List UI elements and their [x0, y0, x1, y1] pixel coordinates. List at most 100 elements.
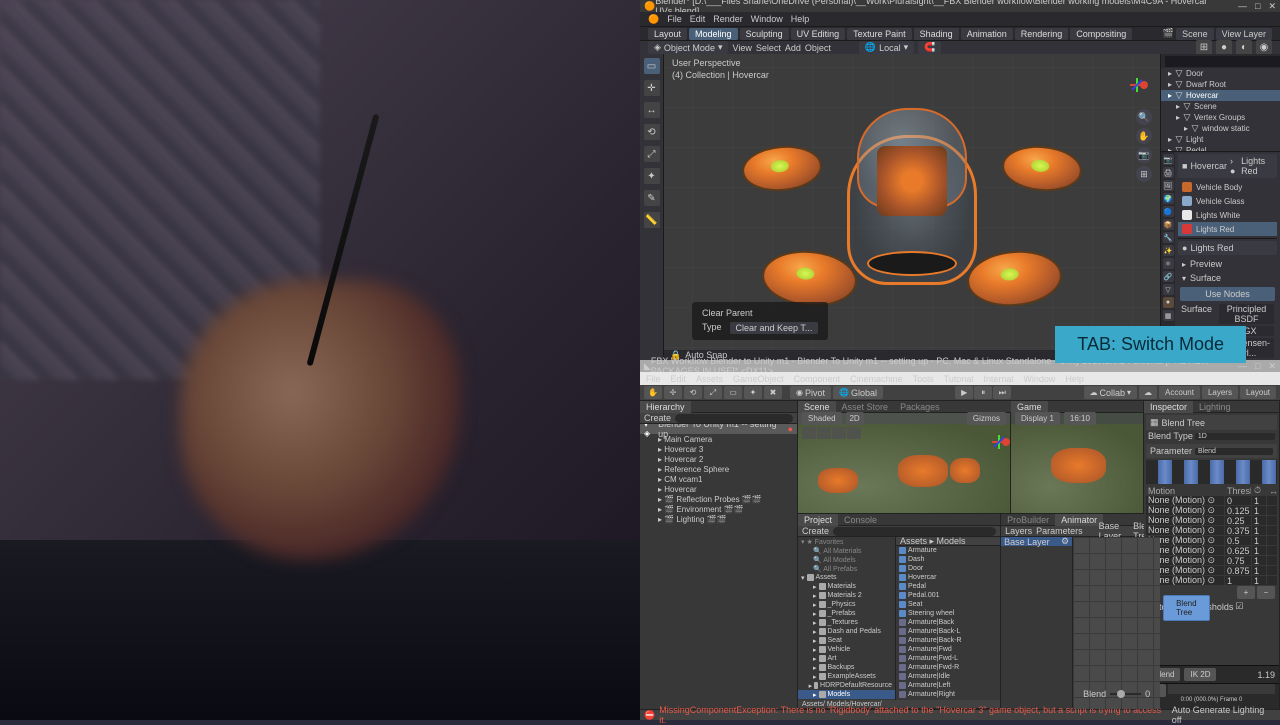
thresh-field[interactable]: 0.5	[1225, 536, 1251, 545]
output-tab-icon[interactable]: 🖨	[1163, 167, 1174, 178]
u-transform-tool-icon[interactable]: ✦	[744, 386, 762, 399]
op-type-value[interactable]: Clear and Keep T...	[730, 322, 819, 334]
physics-tab-icon[interactable]: ⚛	[1163, 258, 1174, 269]
scene-tab-icon[interactable]: 🌍	[1163, 193, 1174, 204]
asset-item[interactable]: Armature|Fwd	[896, 645, 1000, 654]
project-tab[interactable]: Project	[798, 514, 838, 526]
collab-dropdown[interactable]: ☁ Collab ▾	[1084, 386, 1138, 399]
thresh-field[interactable]: 0.625	[1225, 546, 1251, 555]
layout-dropdown[interactable]: Layout	[1240, 386, 1276, 399]
project-search[interactable]	[833, 527, 996, 536]
sc-tool-2[interactable]	[817, 427, 831, 439]
probuilder-tab[interactable]: ProBuilder	[1001, 514, 1055, 526]
menu-render[interactable]: Render	[713, 14, 743, 24]
asset-item[interactable]: Pedal.001	[896, 591, 1000, 600]
u-menu-file[interactable]: File	[646, 374, 661, 384]
mirror-toggle[interactable]	[1267, 506, 1277, 515]
folder-item[interactable]: ▸ _Physics	[798, 600, 895, 609]
nav-gizmo[interactable]	[1112, 66, 1148, 102]
cursor-tool-icon[interactable]: ✛	[644, 80, 660, 96]
material-slot[interactable]: Vehicle Glass	[1178, 194, 1277, 208]
maximize-icon[interactable]: □	[1255, 1, 1260, 12]
asset-item[interactable]: Armature|Idle	[896, 672, 1000, 681]
folder-item[interactable]: ▸ Dash and Pedals	[798, 627, 895, 636]
speed-field[interactable]: 1	[1252, 546, 1266, 555]
error-icon[interactable]: ⛔	[644, 710, 655, 721]
u-menu-window[interactable]: Window	[1023, 374, 1055, 384]
asset-item[interactable]: Seat	[896, 600, 1000, 609]
hierarchy-item[interactable]: ▸ 🎬 Reflection Probes 🎬🎬	[640, 494, 797, 504]
hdr-add[interactable]: Add	[785, 43, 801, 53]
operator-panel[interactable]: Clear Parent Type Clear and Keep T...	[692, 302, 828, 340]
mirror-toggle[interactable]	[1267, 536, 1277, 545]
folder-item[interactable]: ▸ Vehicle	[798, 645, 895, 654]
speed-field[interactable]: 1	[1252, 566, 1266, 575]
u-maximize-icon[interactable]: □	[1255, 361, 1260, 372]
u-menu-gameobject[interactable]: GameObject	[733, 374, 784, 384]
speed-field[interactable]: 1	[1252, 536, 1266, 545]
hierarchy-item[interactable]: ▸ Hovercar 2	[640, 454, 797, 464]
base-layer-item[interactable]: Base Layer⚙	[1001, 537, 1072, 546]
lighting-tab[interactable]: Lighting	[1193, 401, 1237, 413]
hdr-view[interactable]: View	[732, 43, 751, 53]
asset-item[interactable]: Hovercar	[896, 573, 1000, 582]
ws-shading[interactable]: Shading	[914, 28, 959, 40]
assetstore-tab[interactable]: Asset Store	[836, 401, 895, 413]
breadcrumb[interactable]: Assets ▸ Models	[900, 537, 966, 547]
gizmos-dropdown[interactable]: Gizmos	[967, 412, 1006, 425]
shaded-dropdown[interactable]: Shaded	[802, 412, 842, 425]
hierarchy-item[interactable]: ▸ Hovercar 3	[640, 444, 797, 454]
play-icon[interactable]: ▶	[955, 386, 973, 399]
packages-tab[interactable]: Packages	[894, 401, 946, 413]
hdr-select[interactable]: Select	[756, 43, 781, 53]
scene-selector[interactable]: Scene	[1176, 28, 1214, 40]
surface-shader[interactable]: Principled BSDF	[1219, 304, 1274, 324]
add-motion-icon[interactable]: +	[1237, 586, 1255, 599]
mirror-toggle[interactable]	[1267, 566, 1277, 575]
layers-dropdown[interactable]: Layers	[1202, 386, 1238, 399]
material-slot[interactable]: Lights White	[1178, 208, 1277, 222]
folder-item[interactable]: ▸ HDRPDefaultResource	[798, 681, 895, 690]
mat-selector[interactable]: ● Lights Red	[1178, 241, 1277, 255]
zoom-icon[interactable]: 🔍	[1136, 109, 1152, 125]
use-nodes-button[interactable]: Use Nodes	[1180, 287, 1275, 301]
mirror-toggle[interactable]	[1267, 526, 1277, 535]
asset-item[interactable]: Armature|Back	[896, 618, 1000, 627]
services-icon[interactable]: ☁	[1139, 386, 1157, 399]
asset-item[interactable]: Armature	[896, 546, 1000, 555]
res-dropdown[interactable]: 16:10	[1064, 412, 1096, 425]
speed-field[interactable]: 1	[1252, 526, 1266, 535]
folder-item[interactable]: ▸ Materials	[798, 582, 895, 591]
scene-root[interactable]: ▾ ◈ Blender To Unity m1 -- setting up ●	[640, 424, 797, 434]
outliner-item[interactable]: ▸ ▽ Dwarf Root	[1161, 79, 1280, 90]
measure-tool-icon[interactable]: 📏	[644, 212, 660, 228]
ws-texpaint[interactable]: Texture Paint	[847, 28, 912, 40]
folder-item[interactable]: ▸ Seat	[798, 636, 895, 645]
scene-tab[interactable]: Scene	[798, 401, 836, 413]
outliner-item[interactable]: ▸ ▽ Scene	[1161, 101, 1280, 112]
animator-tab[interactable]: Animator	[1055, 514, 1103, 526]
minimize-icon[interactable]: —	[1238, 1, 1247, 12]
blend-graph[interactable]	[1146, 460, 1277, 484]
render-tab-icon[interactable]: 📷	[1163, 154, 1174, 165]
rotate-tool-icon[interactable]: ⟲	[644, 124, 660, 140]
viewlayer-selector[interactable]: View Layer	[1216, 28, 1272, 40]
hierarchy-item[interactable]: ▸ Hovercar	[640, 484, 797, 494]
asset-item[interactable]: Armature|Back-R	[896, 636, 1000, 645]
hierarchy-search[interactable]	[675, 414, 793, 423]
asset-item[interactable]: Armature|Fwd-L	[896, 654, 1000, 663]
mirror-toggle[interactable]	[1267, 516, 1277, 525]
mirror-toggle[interactable]	[1267, 496, 1277, 505]
mode-dropdown[interactable]: ◈ Object Mode ▾	[648, 41, 728, 54]
motion-field[interactable]: None (Motion) ⊙	[1146, 506, 1224, 515]
u-menu-cinemachine[interactable]: Cinemachine	[850, 374, 903, 384]
scene-gizmo[interactable]	[980, 429, 1004, 453]
param-field[interactable]: Blend	[1195, 448, 1273, 455]
hierarchy-item[interactable]: ▸ 🎬 Lighting 🎬🎬	[640, 514, 797, 524]
hand-tool-icon[interactable]: ✋	[644, 386, 662, 399]
favorite-item[interactable]: 🔍 All Models	[798, 555, 895, 564]
thresh-field[interactable]: 0.875	[1225, 566, 1251, 575]
ws-sculpting[interactable]: Sculpting	[740, 28, 789, 40]
u-move-tool-icon[interactable]: ✢	[664, 386, 682, 399]
material-tab-icon[interactable]: ●	[1163, 297, 1174, 308]
